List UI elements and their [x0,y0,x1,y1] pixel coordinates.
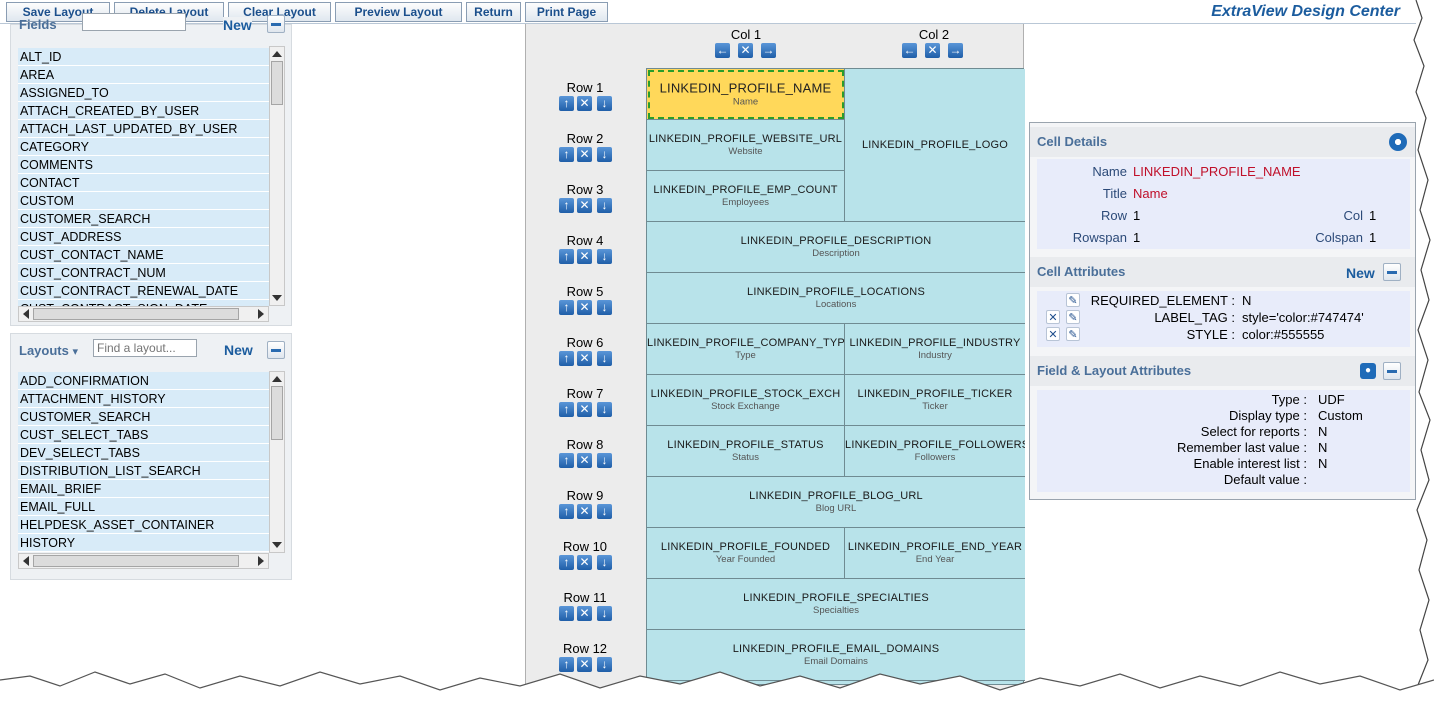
torn-edge-decoration [0,0,1434,705]
